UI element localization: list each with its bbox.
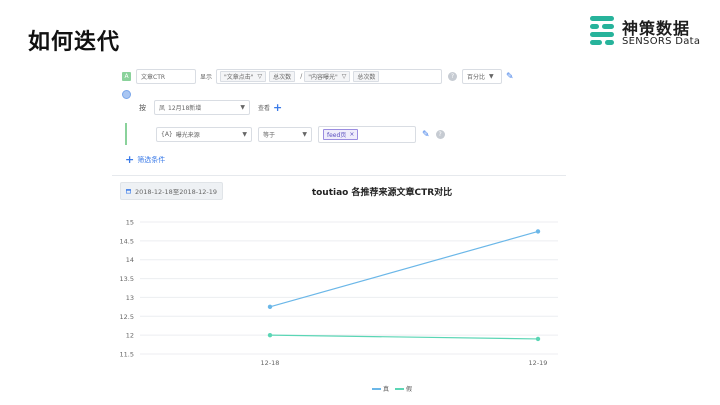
legend-swatch [395,387,405,390]
filter-row: {A} 曝光来源 ▼ 等于 ▼ feed页 × ✎ ? [156,126,445,143]
filter-field-select[interactable]: {A} 曝光来源 ▼ [156,127,252,142]
chevron-down-icon: ▼ [240,104,245,111]
metric-row: A 文章CTR 显示 "文章点击" ▽ 总次数 / "内容曝光" ▽ 总次数 ?… [122,69,514,84]
plus-icon: + [125,153,135,166]
series-line [269,230,539,308]
filter-operator-value: 等于 [263,132,276,139]
date-range-button[interactable]: 2018-12-18至2018-12-19 [120,182,223,200]
help-icon[interactable]: ? [435,130,445,139]
y-tick-label: 15 [126,219,134,227]
y-tick-label: 12 [126,332,134,340]
query-panel: A 文章CTR 显示 "文章点击" ▽ 总次数 / "内容曝光" ▽ 总次数 ?… [112,60,566,170]
formula-box[interactable]: "文章点击" ▽ 总次数 / "内容曝光" ▽ 总次数 [216,69,443,84]
data-point [267,304,273,310]
event-name-text: 文章CTR [141,74,166,81]
sensors-logo-mark-icon [590,16,614,45]
sensors-data-logo: 神策数据 SENSORS Data [588,14,706,52]
legend-label: 假 [406,386,413,393]
edit-pencil-icon[interactable]: ✎ [506,72,514,82]
event-name-input[interactable]: 文章CTR [136,69,196,84]
show-label: 显示 [200,74,213,81]
y-tick-label: 13 [126,294,134,302]
event-tag-2[interactable]: "内容曝光" ▽ [304,71,351,82]
add-metric-icon[interactable] [122,90,131,99]
metric-tag-2[interactable]: 总次数 [353,71,380,82]
legend-label: 真 [383,386,390,393]
y-tick-label: 11.5 [120,351,134,359]
field-icon: {A} [161,131,173,138]
line-chart: 15 14.5 14 13.5 13 12.5 12 11.5 12-18 12-19 [120,219,558,367]
filter-icon[interactable]: ▽ [342,73,347,80]
filter-value-input[interactable]: feed页 × [318,126,416,143]
event-tag-1-label: "文章点击" [224,74,254,81]
legend-swatch [372,387,381,390]
add-view-icon[interactable]: + [273,101,282,114]
group-by-select[interactable]: 凤 12月18新增 ▼ [154,100,250,115]
logo-name-en: SENSORS Data [622,36,701,47]
date-range-text: 2018-12-18至2018-12-19 [134,188,217,196]
divide-sign: / [300,73,303,80]
add-filter-row[interactable]: + 筛选条件 [125,153,165,166]
help-icon[interactable]: ? [448,72,458,81]
slide-title: 如何迭代 [28,30,121,55]
filter-value-text: feed页 [327,132,347,139]
edit-pencil-icon[interactable]: ✎ [422,130,430,140]
format-select-value: 百分比 [467,74,486,81]
by-label: 按 [139,103,146,112]
format-select[interactable]: 百分比 ▼ [462,69,503,84]
filter-bar-accent [125,123,127,145]
chart-title: toutiao 各推荐来源文章CTR对比 [311,188,453,198]
filter-icon[interactable]: ▽ [258,73,263,80]
legend-item[interactable]: 真 [372,384,389,393]
data-point [535,336,541,342]
chevron-down-icon: ▼ [302,131,307,138]
event-badge: A [122,72,131,81]
series-line [269,334,539,340]
x-tick-label: 12-19 [529,359,548,367]
y-tick-label: 14.5 [120,237,134,245]
data-point [267,332,273,338]
data-point [535,229,541,234]
x-tick-label: 12-18 [261,359,280,367]
add-filter-label: 筛选条件 [137,155,166,164]
chart-legend: 真假 [372,384,412,393]
y-tick-label: 14 [126,256,134,264]
filter-value-chip[interactable]: feed页 × [323,129,359,140]
calendar-icon [126,189,131,194]
group-by-value: 12月18新增 [168,105,202,112]
close-icon[interactable]: × [349,131,354,138]
filter-field-value: 曝光来源 [175,132,200,139]
view-label: 查看 [258,105,271,112]
chevron-down-icon: ▼ [489,73,494,80]
metric-tag-1[interactable]: 总次数 [269,71,296,82]
divider [112,175,566,176]
legend-item[interactable]: 假 [395,384,412,393]
y-tick-label: 13.5 [120,275,134,283]
group-by-row: 按 凤 12月18新增 ▼ 查看 + [139,100,282,115]
event-tag-1[interactable]: "文章点击" ▽ [220,71,267,82]
group-icon: 凤 [159,105,166,112]
chevron-down-icon: ▼ [242,131,247,138]
filter-operator-select[interactable]: 等于 ▼ [258,127,312,142]
event-tag-2-label: "内容曝光" [308,74,338,81]
y-tick-label: 12.5 [120,313,134,321]
